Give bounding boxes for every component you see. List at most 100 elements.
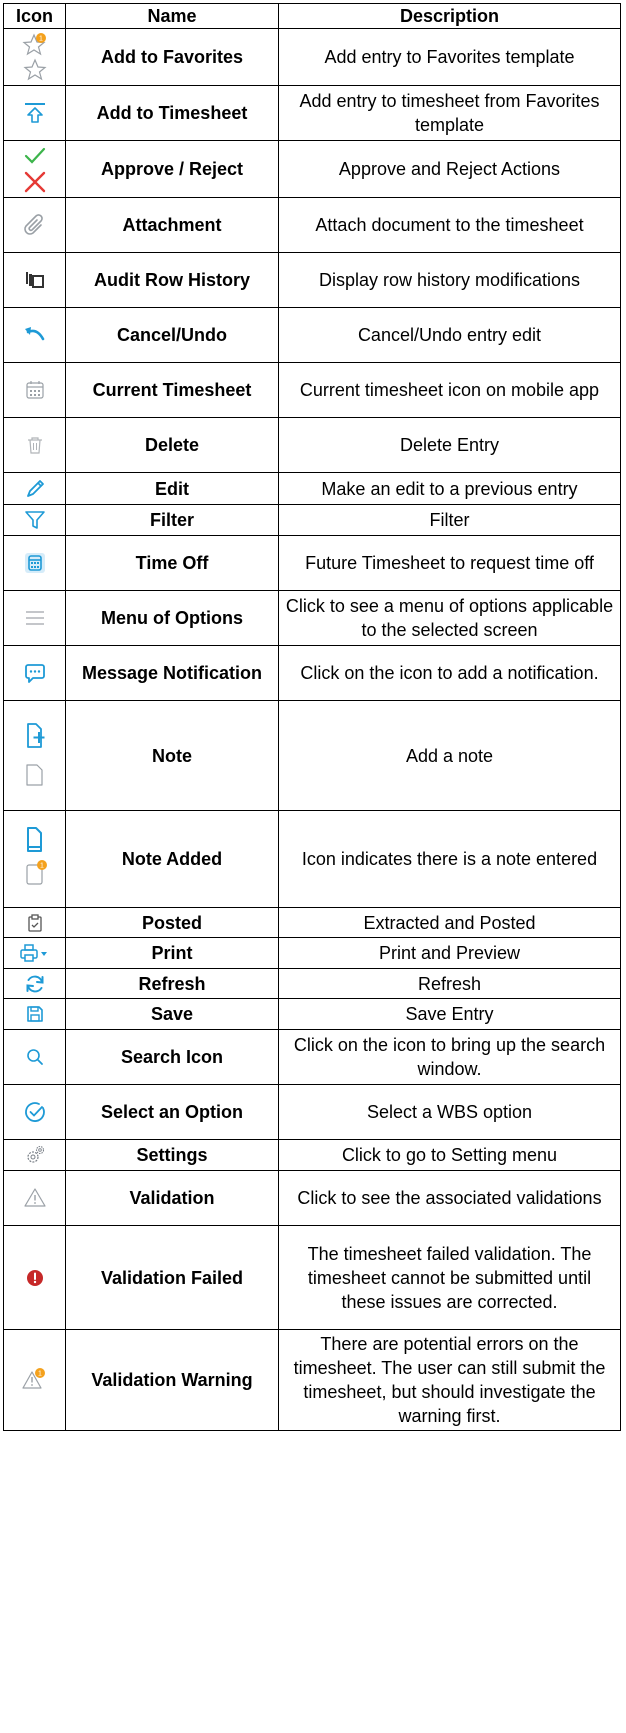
search-icon bbox=[3, 1029, 66, 1085]
row-name: Add to Timesheet bbox=[65, 85, 279, 141]
table-row: Refresh Refresh bbox=[3, 968, 621, 999]
row-name: Time Off bbox=[65, 535, 279, 591]
row-description: Select a WBS option bbox=[278, 1084, 621, 1140]
table-row: Edit Make an edit to a previous entry bbox=[3, 472, 621, 505]
header-row: Icon Name Description bbox=[3, 3, 621, 29]
row-description: Future Timesheet to request time off bbox=[278, 535, 621, 591]
message-bubble-icon bbox=[3, 645, 66, 701]
table-row: Search Icon Click on the icon to bring u… bbox=[3, 1029, 621, 1085]
table-row: Message Notification Click on the icon t… bbox=[3, 645, 621, 701]
row-name: Select an Option bbox=[65, 1084, 279, 1140]
table-row: 1 Note Added Icon indicates there is a n… bbox=[3, 810, 621, 908]
warning-badge-icon: 1 bbox=[3, 1329, 66, 1431]
row-name: Delete bbox=[65, 417, 279, 473]
check-circle-icon bbox=[3, 1084, 66, 1140]
table-row: Save Save Entry bbox=[3, 998, 621, 1030]
row-name: Validation Failed bbox=[65, 1225, 279, 1330]
row-name: Cancel/Undo bbox=[65, 307, 279, 363]
hamburger-menu-icon bbox=[3, 590, 66, 646]
row-description: Add a note bbox=[278, 700, 621, 811]
row-name: Settings bbox=[65, 1139, 279, 1171]
table-row: Filter Filter bbox=[3, 504, 621, 536]
row-name: Approve / Reject bbox=[65, 140, 279, 198]
table-row: Attachment Attach document to the timesh… bbox=[3, 197, 621, 253]
table-row: Note Add a note bbox=[3, 700, 621, 811]
row-name: Audit Row History bbox=[65, 252, 279, 308]
filter-icon bbox=[3, 504, 66, 536]
row-name: Edit bbox=[65, 472, 279, 505]
row-description: There are potential errors on the timesh… bbox=[278, 1329, 621, 1431]
row-description: Make an edit to a previous entry bbox=[278, 472, 621, 505]
table-row: Cancel/Undo Cancel/Undo entry edit bbox=[3, 307, 621, 363]
row-name: Message Notification bbox=[65, 645, 279, 701]
undo-icon bbox=[3, 307, 66, 363]
time-off-calendar-icon bbox=[3, 535, 66, 591]
row-description: Filter bbox=[278, 504, 621, 536]
table-row: Posted Extracted and Posted bbox=[3, 907, 621, 938]
table-row: Audit Row History Display row history mo… bbox=[3, 252, 621, 308]
table-row: Menu of Options Click to see a menu of o… bbox=[3, 590, 621, 646]
table-row: 1 Validation Warning There are potential… bbox=[3, 1329, 621, 1431]
posted-clipboard-icon bbox=[3, 907, 66, 938]
header-name: Name bbox=[65, 3, 279, 29]
approve-reject-icon bbox=[3, 140, 66, 198]
row-name: Filter bbox=[65, 504, 279, 536]
row-name: Attachment bbox=[65, 197, 279, 253]
note-added-icon: 1 bbox=[3, 810, 66, 908]
row-name: Menu of Options bbox=[65, 590, 279, 646]
badge-count: 1 bbox=[39, 36, 43, 43]
row-description: Click on the icon to bring up the search… bbox=[278, 1029, 621, 1085]
table-row: Delete Delete Entry bbox=[3, 417, 621, 473]
table-row: 1 Add to Favorites Add entry to Favorite… bbox=[3, 28, 621, 86]
row-name: Current Timesheet bbox=[65, 362, 279, 418]
add-to-timesheet-icon bbox=[3, 85, 66, 141]
table-row: Time Off Future Timesheet to request tim… bbox=[3, 535, 621, 591]
row-description: Approve and Reject Actions bbox=[278, 140, 621, 198]
row-name: Save bbox=[65, 998, 279, 1030]
table-row: Print Print and Preview bbox=[3, 937, 621, 969]
table-row: Current Timesheet Current timesheet icon… bbox=[3, 362, 621, 418]
error-circle-icon bbox=[3, 1225, 66, 1330]
row-description: Print and Preview bbox=[278, 937, 621, 969]
table-row: Settings Click to go to Setting menu bbox=[3, 1139, 621, 1171]
row-description: Click to see the associated validations bbox=[278, 1170, 621, 1226]
table-row: Add to Timesheet Add entry to timesheet … bbox=[3, 85, 621, 141]
header-icon: Icon bbox=[3, 3, 66, 29]
trash-icon bbox=[3, 417, 66, 473]
favorite-star-icon: 1 bbox=[3, 28, 66, 86]
audit-history-icon bbox=[3, 252, 66, 308]
row-name: Note Added bbox=[65, 810, 279, 908]
row-description: Click to see a menu of options applicabl… bbox=[278, 590, 621, 646]
warning-triangle-icon bbox=[3, 1170, 66, 1226]
row-name: Print bbox=[65, 937, 279, 969]
calendar-icon bbox=[3, 362, 66, 418]
row-name: Note bbox=[65, 700, 279, 811]
note-add-icon bbox=[3, 700, 66, 811]
badge-count: 1 bbox=[40, 863, 44, 870]
row-description: Extracted and Posted bbox=[278, 907, 621, 938]
save-floppy-icon bbox=[3, 998, 66, 1030]
row-description: The timesheet failed validation. The tim… bbox=[278, 1225, 621, 1330]
table-row: Validation Click to see the associated v… bbox=[3, 1170, 621, 1226]
icon-legend-table: Icon Name Description 1 Add to Favorites… bbox=[3, 3, 621, 1431]
row-name: Posted bbox=[65, 907, 279, 938]
row-description: Save Entry bbox=[278, 998, 621, 1030]
row-description: Refresh bbox=[278, 968, 621, 999]
paperclip-icon bbox=[3, 197, 66, 253]
printer-icon bbox=[3, 937, 66, 969]
row-description: Cancel/Undo entry edit bbox=[278, 307, 621, 363]
row-description: Display row history modifications bbox=[278, 252, 621, 308]
gear-icon bbox=[3, 1139, 66, 1171]
row-name: Validation Warning bbox=[65, 1329, 279, 1431]
row-description: Add entry to timesheet from Favorites te… bbox=[278, 85, 621, 141]
row-name: Refresh bbox=[65, 968, 279, 999]
badge-count: 1 bbox=[38, 1371, 42, 1378]
row-description: Add entry to Favorites template bbox=[278, 28, 621, 86]
header-description: Description bbox=[278, 3, 621, 29]
table-row: Select an Option Select a WBS option bbox=[3, 1084, 621, 1140]
row-description: Current timesheet icon on mobile app bbox=[278, 362, 621, 418]
row-description: Click to go to Setting menu bbox=[278, 1139, 621, 1171]
table-row: Approve / Reject Approve and Reject Acti… bbox=[3, 140, 621, 198]
table-row: Validation Failed The timesheet failed v… bbox=[3, 1225, 621, 1330]
row-description: Delete Entry bbox=[278, 417, 621, 473]
